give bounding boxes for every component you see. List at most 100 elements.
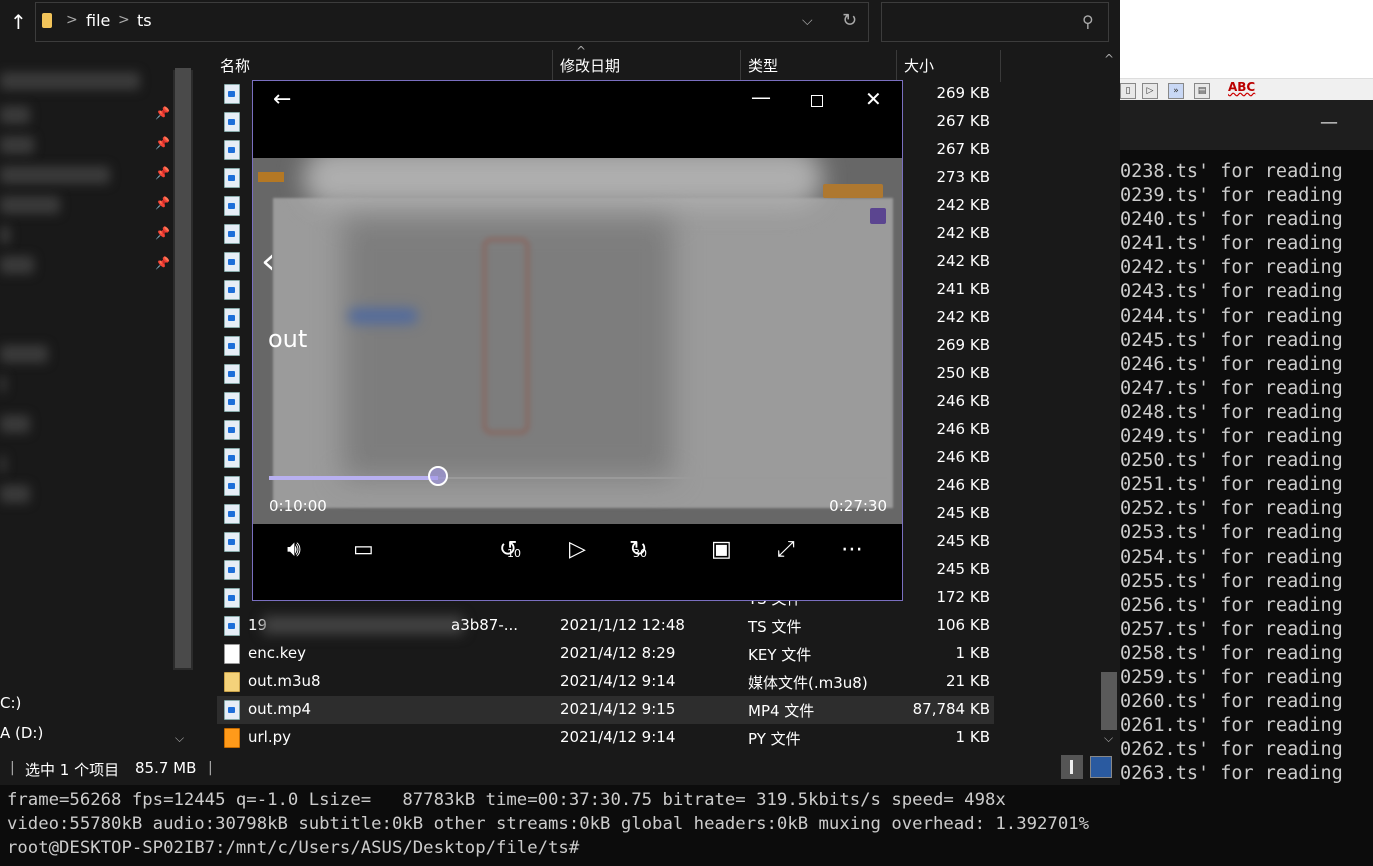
terminal-prompt[interactable]: root@DESKTOP-SP02IB7:/mnt/c/Users/ASUS/D… xyxy=(7,836,1089,860)
column-divider[interactable] xyxy=(740,50,741,82)
file-row[interactable]: out.m3u8 2021/4/12 9:14 媒体文件(.m3u8) 21 KB xyxy=(217,668,994,696)
details-view-button[interactable] xyxy=(1061,755,1083,779)
fullscreen-icon[interactable]: ⤢ xyxy=(777,537,795,562)
column-size[interactable]: 大小 xyxy=(904,55,934,76)
nav-item-redacted[interactable] xyxy=(0,256,34,274)
nav-drive-d[interactable]: A (D:) xyxy=(0,724,43,742)
status-selection: 选中 1 个项目 xyxy=(25,761,120,779)
search-icon[interactable]: ⚲ xyxy=(1082,12,1094,31)
terminal-line: 0243.ts' for reading xyxy=(1120,281,1343,303)
toolbar-button[interactable]: ▤ xyxy=(1194,83,1210,99)
close-button[interactable]: ✕ xyxy=(865,87,882,111)
breadcrumb-file[interactable]: file xyxy=(86,11,110,30)
file-row[interactable]: enc.key 2021/4/12 8:29 KEY 文件 1 KB xyxy=(217,640,994,668)
file-ts-icon xyxy=(224,140,240,160)
large-icons-view-button[interactable] xyxy=(1090,756,1112,778)
mini-view-icon[interactable]: ▣ xyxy=(711,537,732,562)
terminal-line: 0245.ts' for reading xyxy=(1120,329,1343,351)
terminal-line: 0256.ts' for reading xyxy=(1120,594,1343,616)
nav-item-redacted[interactable] xyxy=(0,226,10,244)
column-divider[interactable] xyxy=(896,50,897,82)
up-arrow-icon[interactable]: ↑ xyxy=(10,10,27,34)
list-scrollbar-thumb[interactable] xyxy=(1101,672,1117,730)
file-size: 246 KB xyxy=(936,420,990,438)
maximize-button[interactable] xyxy=(811,95,823,107)
current-time: 0:10:00 xyxy=(269,497,327,515)
chevron-down-icon[interactable]: ⌵ xyxy=(802,13,813,29)
file-row[interactable]: url.py 2021/4/12 9:14 PY 文件 1 KB xyxy=(217,724,994,752)
status-divider: | xyxy=(10,760,15,776)
pin-icon[interactable]: 📌 xyxy=(155,106,170,120)
more-options-icon[interactable]: ⋯ xyxy=(841,537,863,562)
subtitles-icon[interactable]: ▭ xyxy=(353,537,374,562)
nav-drive-c[interactable]: C:) xyxy=(0,694,21,712)
file-py-icon xyxy=(224,728,240,748)
search-box[interactable]: ⚲ xyxy=(881,2,1109,42)
back-arrow-button[interactable]: ← xyxy=(273,87,291,112)
pin-icon[interactable]: 📌 xyxy=(155,166,170,180)
nav-item-redacted[interactable] xyxy=(0,345,48,363)
nav-item-redacted[interactable] xyxy=(0,166,110,184)
file-size: 269 KB xyxy=(936,336,990,354)
column-divider[interactable] xyxy=(552,50,553,82)
nav-item-redacted[interactable] xyxy=(0,455,6,473)
chevron-right-icon[interactable]: > xyxy=(66,12,78,28)
nav-item-redacted[interactable] xyxy=(0,196,60,214)
seek-bar-progress xyxy=(269,476,438,480)
pin-icon[interactable]: 📌 xyxy=(155,226,170,240)
terminal-line: 0260.ts' for reading xyxy=(1120,691,1343,713)
nav-item-redacted[interactable] xyxy=(0,106,30,124)
minimize-button[interactable]: — xyxy=(751,85,771,109)
terminal-line: 0258.ts' for reading xyxy=(1120,642,1343,664)
pin-icon[interactable]: 📌 xyxy=(155,136,170,150)
address-bar[interactable]: > file > ts ⌵ ↻ xyxy=(35,2,869,42)
terminal-line: 0261.ts' for reading xyxy=(1120,715,1343,737)
fast-forward-button[interactable]: » xyxy=(1168,83,1184,99)
refresh-icon[interactable]: ↻ xyxy=(842,10,857,31)
scroll-down-icon[interactable]: ⌵ xyxy=(175,731,184,746)
nav-item-redacted[interactable] xyxy=(0,72,140,90)
nav-item-redacted[interactable] xyxy=(0,375,6,393)
terminal-line: frame=56268 fps=12445 q=-1.0 Lsize= 8778… xyxy=(7,790,1006,810)
file-row[interactable]: out.mp4 2021/4/12 9:15 MP4 文件 87,784 KB xyxy=(217,696,994,724)
nav-item-redacted[interactable] xyxy=(0,136,34,154)
play-button[interactable]: ▷ xyxy=(1142,83,1158,99)
nav-item-redacted[interactable] xyxy=(0,485,30,503)
file-size: 246 KB xyxy=(936,476,990,494)
video-surface[interactable] xyxy=(253,158,902,524)
list-scrollbar[interactable] xyxy=(1099,50,1119,750)
spellcheck-icon[interactable]: ABC xyxy=(1228,80,1255,94)
play-button[interactable]: ▷ xyxy=(569,537,586,562)
seek-thumb[interactable] xyxy=(428,466,448,486)
scroll-down-icon[interactable]: ⌵ xyxy=(1104,731,1113,746)
chevron-right-icon[interactable]: > xyxy=(118,12,130,28)
breadcrumb-ts[interactable]: ts xyxy=(137,11,152,30)
file-ts-icon xyxy=(224,476,240,496)
skip-forward-button[interactable]: ↻ 30 xyxy=(629,537,647,562)
file-size: 21 KB xyxy=(946,672,990,690)
file-ts-icon xyxy=(224,280,240,300)
nav-item-redacted[interactable] xyxy=(0,415,30,433)
search-input[interactable] xyxy=(886,7,1080,37)
column-type[interactable]: 类型 xyxy=(748,55,778,76)
terminal-line: 0239.ts' for reading xyxy=(1120,185,1343,207)
status-bar: | 选中 1 个项目 85.7 MB | xyxy=(0,752,1120,785)
terminal-line: 0255.ts' for reading xyxy=(1120,570,1343,592)
file-row[interactable]: 19 2021/1/12 12:48 TS 文件 106 KB a3b87-... xyxy=(217,612,994,640)
column-divider[interactable] xyxy=(1000,50,1001,82)
skip-back-button[interactable]: ↺ 10 xyxy=(499,537,521,562)
file-size: 241 KB xyxy=(936,280,990,298)
column-name[interactable]: 名称 xyxy=(220,55,250,76)
pin-icon[interactable]: 📌 xyxy=(155,256,170,270)
volume-icon[interactable]: 🔊︎ xyxy=(287,537,301,562)
skip-forward-label: 30 xyxy=(633,547,647,560)
terminal-line: 0254.ts' for reading xyxy=(1120,546,1343,568)
terminal-minimize-button[interactable]: — xyxy=(1320,112,1338,133)
column-modified[interactable]: 修改日期 xyxy=(560,55,620,76)
toolbar-button[interactable]: ▯ xyxy=(1120,83,1136,99)
previous-chevron-button[interactable]: ‹ xyxy=(261,241,275,282)
nav-scrollbar-thumb[interactable] xyxy=(175,68,191,668)
scroll-up-icon[interactable]: ^ xyxy=(1104,52,1114,66)
pin-icon[interactable]: 📌 xyxy=(155,196,170,210)
file-size: 267 KB xyxy=(936,112,990,130)
